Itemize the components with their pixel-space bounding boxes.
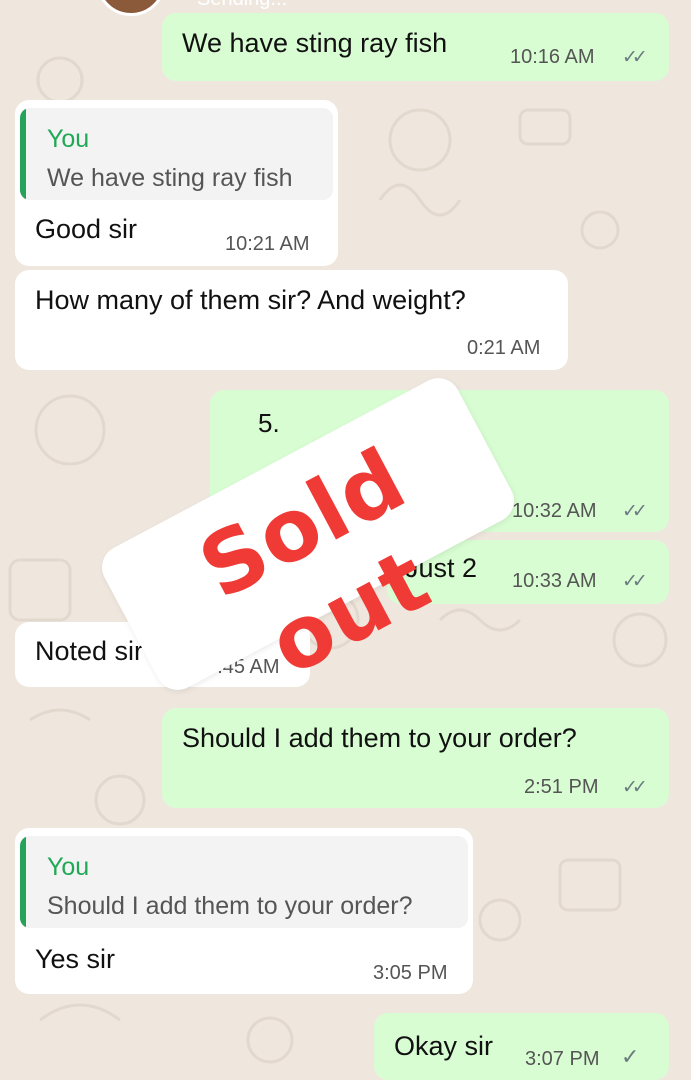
sending-status: Sending... — [197, 0, 287, 11]
message-text: Good sir — [35, 214, 138, 244]
quote-text: Should I add them to your order? — [47, 892, 413, 920]
message-text: Should I add them to your order? — [182, 723, 577, 753]
double-check-icon: ✓✓ — [622, 571, 648, 592]
message-incoming[interactable]: You Should I add them to your order? Yes… — [15, 828, 473, 994]
message-incoming[interactable]: You We have sting ray fish Good sir 10:2… — [15, 100, 338, 266]
quote-author: You — [47, 853, 90, 881]
message-outgoing[interactable]: Should I add them to your order? 2:51 PM… — [162, 708, 669, 808]
message-time: 3:07 PM — [525, 1048, 600, 1070]
message-time: 10:21 AM — [225, 233, 310, 255]
quote-text: We have sting ray fish — [47, 164, 293, 192]
double-check-icon: ✓✓ — [622, 777, 648, 798]
message-text: We have sting ray fish — [182, 28, 448, 58]
message-outgoing[interactable]: We have sting ray fish 10:16 AM ✓✓ — [162, 13, 669, 81]
quote-accent-bar — [20, 108, 26, 200]
single-check-icon: ✓ — [621, 1044, 640, 1069]
quoted-message[interactable]: You We have sting ray fish — [20, 108, 333, 200]
message-time: 10:16 AM — [510, 46, 595, 68]
message-text: Yes sir — [35, 944, 116, 974]
message-text-fragment: 5. — [258, 408, 280, 438]
message-text: Okay sir — [394, 1031, 494, 1061]
quote-author: You — [47, 125, 90, 153]
message-outgoing[interactable]: Okay sir 3:07 PM ✓ — [374, 1013, 669, 1080]
double-check-icon: ✓✓ — [622, 47, 648, 68]
message-text: How many of them sir? And weight? — [35, 285, 466, 315]
message-time: 0:21 AM — [467, 337, 541, 359]
double-check-icon: ✓✓ — [622, 501, 648, 522]
quoted-message[interactable]: You Should I add them to your order? — [20, 836, 468, 928]
quote-accent-bar — [20, 836, 26, 928]
message-time: 2:51 PM — [524, 776, 599, 798]
message-incoming[interactable]: How many of them sir? And weight? 0:21 A… — [15, 270, 568, 370]
message-time: 3:05 PM — [373, 962, 448, 984]
